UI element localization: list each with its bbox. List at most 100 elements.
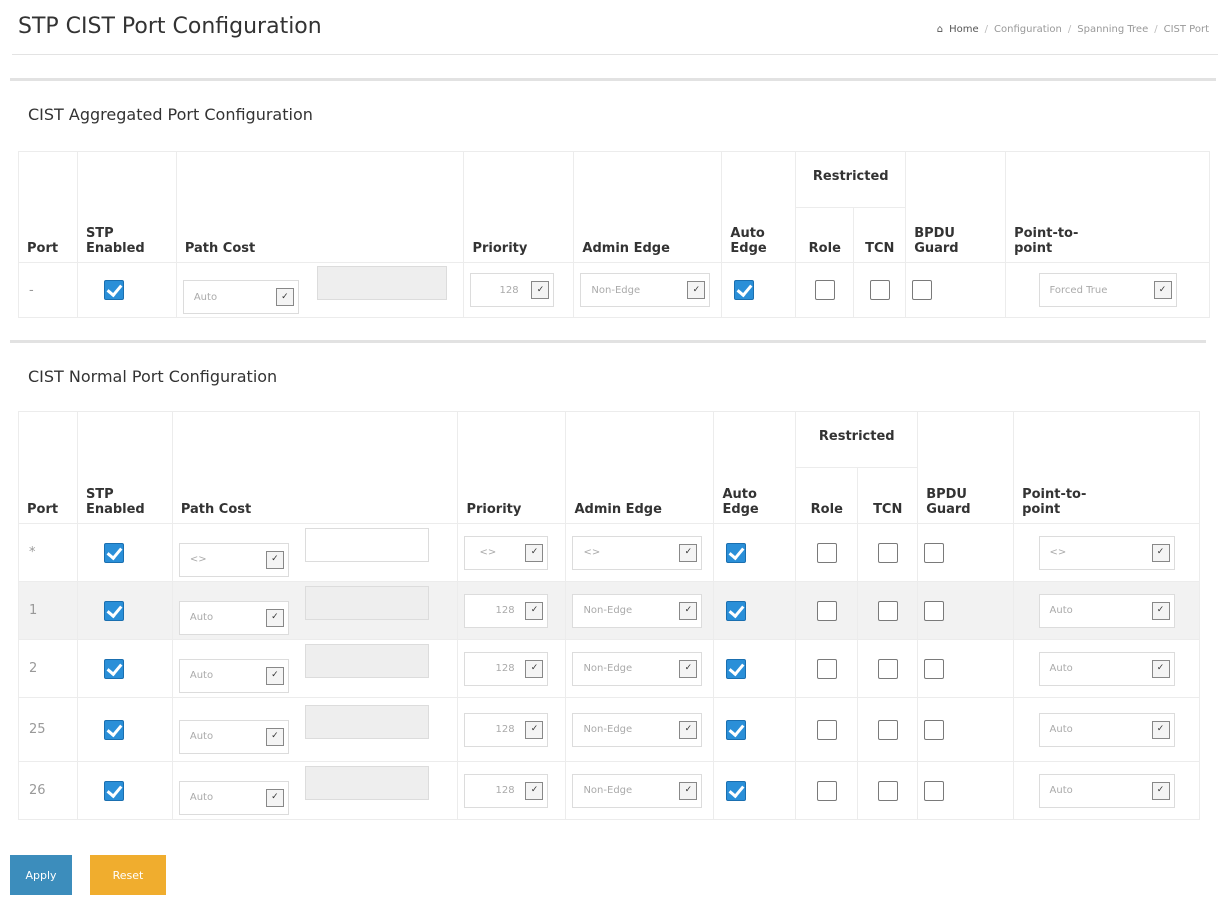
- chevron-down-icon: ✓: [525, 601, 544, 620]
- aggregated-table: Port STP Enabled Path Cost Priority Admin…: [18, 151, 1210, 318]
- restricted-tcn-checkbox[interactable]: [877, 780, 898, 801]
- priority-select[interactable]: 128 ✓: [464, 651, 549, 686]
- col-restricted: Restricted: [795, 411, 919, 468]
- admin-edge-select[interactable]: Non-Edge ✓: [572, 712, 703, 747]
- table-row: 2 Auto ✓ 128 ✓ Non-Edge ✓ Auto ✓: [18, 639, 1200, 698]
- col-port: Port: [18, 151, 78, 263]
- path-cost-select[interactable]: Auto ✓: [178, 780, 289, 815]
- bpdu-guard-checkbox[interactable]: [912, 280, 933, 300]
- col-tcn: TCN: [857, 467, 919, 524]
- col-stp-enabled: STP Enabled: [76, 411, 173, 524]
- chevron-down-icon: ✓: [525, 781, 544, 800]
- bpdu-guard-checkbox[interactable]: [924, 658, 945, 679]
- breadcrumb-configuration[interactable]: Configuration: [994, 24, 1062, 35]
- chevron-down-icon: ✓: [1151, 601, 1170, 620]
- breadcrumb-home[interactable]: Home: [949, 24, 979, 35]
- col-bpdu-guard: BPDU Guard: [905, 151, 1007, 263]
- chevron-down-icon: ✓: [679, 601, 698, 620]
- path-cost-select[interactable]: Auto ✓: [182, 280, 299, 315]
- priority-select[interactable]: <> ✓: [464, 535, 549, 570]
- restricted-role-checkbox[interactable]: [816, 658, 837, 679]
- path-cost-input[interactable]: [304, 528, 429, 563]
- restricted-role-checkbox[interactable]: [816, 780, 837, 801]
- port-cell: *: [18, 523, 78, 582]
- stp-enabled-checkbox[interactable]: [103, 280, 124, 300]
- stp-enabled-checkbox[interactable]: [103, 658, 124, 679]
- col-auto-edge: Auto Edge: [713, 411, 797, 524]
- apply-button[interactable]: Apply: [10, 855, 72, 895]
- restricted-tcn-checkbox[interactable]: [877, 719, 898, 740]
- auto-edge-checkbox[interactable]: [726, 719, 747, 740]
- admin-edge-select[interactable]: Non-Edge ✓: [572, 651, 703, 686]
- point-to-point-select[interactable]: Auto ✓: [1038, 651, 1175, 686]
- path-cost-select[interactable]: Auto ✓: [178, 658, 289, 693]
- chevron-down-icon: ✓: [525, 543, 544, 562]
- auto-edge-checkbox[interactable]: [734, 280, 755, 300]
- port-cell: 1: [18, 581, 78, 640]
- breadcrumb: ⌂ Home / Configuration / Spanning Tree /…: [936, 24, 1209, 35]
- path-cost-select[interactable]: Auto ✓: [178, 600, 289, 635]
- admin-edge-select[interactable]: Non-Edge ✓: [572, 593, 703, 628]
- stp-enabled-checkbox[interactable]: [103, 780, 124, 801]
- path-cost-select[interactable]: Auto ✓: [178, 719, 289, 754]
- stp-enabled-checkbox[interactable]: [103, 719, 124, 740]
- stp-enabled-checkbox[interactable]: [103, 542, 124, 563]
- restricted-role-checkbox[interactable]: [816, 600, 837, 621]
- auto-edge-checkbox[interactable]: [726, 658, 747, 679]
- col-priority: Priority: [457, 411, 567, 524]
- chevron-down-icon: ✓: [525, 659, 544, 678]
- point-to-point-select[interactable]: Forced True ✓: [1038, 273, 1177, 307]
- normal-table: Port STP Enabled Path Cost Priority Admin…: [18, 411, 1200, 820]
- priority-select[interactable]: 128 ✓: [464, 593, 549, 628]
- auto-edge-checkbox[interactable]: [726, 542, 747, 563]
- path-cost-input[interactable]: [304, 644, 429, 679]
- col-bpdu-guard: BPDU Guard: [917, 411, 1015, 524]
- table-row: - Auto ✓ 128 ✓ Non-Edge ✓ Forced True ✓: [18, 262, 1210, 318]
- admin-edge-select[interactable]: Non-Edge ✓: [580, 273, 711, 307]
- bpdu-guard-checkbox[interactable]: [924, 542, 945, 563]
- auto-edge-checkbox[interactable]: [726, 600, 747, 621]
- admin-edge-select[interactable]: <> ✓: [572, 535, 703, 570]
- restricted-tcn-checkbox[interactable]: [877, 542, 898, 563]
- priority-select[interactable]: 128 ✓: [470, 273, 555, 307]
- bpdu-guard-checkbox[interactable]: [924, 719, 945, 740]
- col-stp-enabled: STP Enabled: [76, 151, 177, 263]
- normal-panel-title: CIST Normal Port Configuration: [28, 367, 278, 386]
- port-cell: 26: [18, 761, 78, 820]
- home-icon[interactable]: ⌂: [937, 24, 943, 35]
- col-point-to-point: Point-to-point: [1005, 151, 1210, 263]
- chevron-down-icon: ✓: [265, 666, 284, 685]
- stp-enabled-checkbox[interactable]: [103, 600, 124, 621]
- restricted-tcn-checkbox[interactable]: [869, 280, 890, 300]
- auto-edge-checkbox[interactable]: [726, 780, 747, 801]
- port-cell: -: [18, 262, 78, 318]
- priority-select[interactable]: 128 ✓: [464, 773, 549, 808]
- priority-select[interactable]: 128 ✓: [464, 712, 549, 747]
- point-to-point-select[interactable]: Auto ✓: [1038, 712, 1175, 747]
- restricted-tcn-checkbox[interactable]: [877, 600, 898, 621]
- path-cost-input[interactable]: [304, 586, 429, 621]
- breadcrumb-spanning-tree[interactable]: Spanning Tree: [1077, 24, 1148, 35]
- path-cost-select[interactable]: <> ✓: [178, 542, 289, 577]
- restricted-role-checkbox[interactable]: [816, 719, 837, 740]
- restricted-tcn-checkbox[interactable]: [877, 658, 898, 679]
- point-to-point-select[interactable]: <> ✓: [1038, 535, 1175, 570]
- reset-button[interactable]: Reset: [90, 855, 166, 895]
- restricted-role-checkbox[interactable]: [816, 542, 837, 563]
- path-cost-input[interactable]: [304, 705, 429, 740]
- table-row: 25 Auto ✓ 128 ✓ Non-Edge ✓ Auto ✓: [18, 697, 1200, 762]
- point-to-point-select[interactable]: Auto ✓: [1038, 593, 1175, 628]
- restricted-role-checkbox[interactable]: [814, 280, 835, 300]
- path-cost-input[interactable]: [316, 265, 447, 300]
- path-cost-input[interactable]: [304, 766, 429, 801]
- normal-panel: CIST Normal Port Configuration Port STP E…: [10, 340, 1206, 840]
- bpdu-guard-checkbox[interactable]: [924, 600, 945, 621]
- chevron-down-icon: ✓: [1151, 543, 1170, 562]
- table-row: * <> ✓ <> ✓ <> ✓ <> ✓: [18, 523, 1200, 582]
- bpdu-guard-checkbox[interactable]: [924, 780, 945, 801]
- chevron-down-icon: ✓: [1153, 281, 1172, 299]
- point-to-point-select[interactable]: Auto ✓: [1038, 773, 1175, 808]
- aggregated-panel: CIST Aggregated Port Configuration Port …: [10, 78, 1216, 333]
- admin-edge-select[interactable]: Non-Edge ✓: [572, 773, 703, 808]
- chevron-down-icon: ✓: [1151, 659, 1170, 678]
